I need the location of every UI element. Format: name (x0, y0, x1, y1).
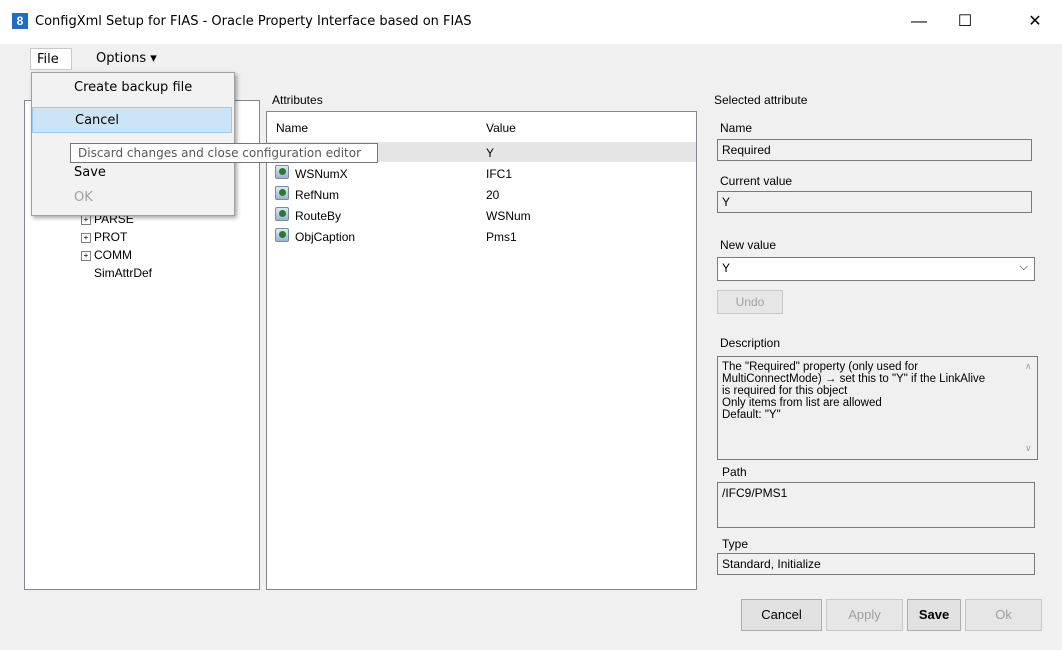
path-label: Path (722, 465, 747, 479)
app-icon: 8 (12, 13, 28, 29)
window-title: ConfigXml Setup for FIAS - Oracle Proper… (35, 14, 472, 29)
menu-item-cancel[interactable]: Cancel (32, 107, 232, 133)
tree-node-comm[interactable]: + COMM (81, 248, 132, 262)
maximize-button[interactable]: ☐ (942, 0, 988, 44)
attribute-name[interactable]: RefNum (295, 188, 339, 202)
scroll-down-icon[interactable]: ∨ (1025, 443, 1032, 454)
attribute-name[interactable]: ObjCaption (295, 230, 355, 244)
undo-button[interactable]: Undo (717, 290, 783, 314)
chevron-down-icon: ⌵ (1019, 261, 1028, 273)
menu-item-save[interactable]: Save (32, 160, 232, 186)
menu-item-ok[interactable]: OK (32, 185, 232, 211)
cancel-tooltip: Discard changes and close configuration … (70, 143, 378, 163)
description-label: Description (720, 336, 781, 350)
name-field: Required (717, 139, 1032, 161)
description-text: The "Required" property (only used for M… (717, 356, 1038, 460)
tree-node-prot[interactable]: + PROT (81, 230, 127, 244)
column-header-value[interactable]: Value (486, 121, 516, 135)
cancel-button[interactable]: Cancel (741, 599, 822, 631)
current-value-field: Y (717, 191, 1032, 213)
column-header-name[interactable]: Name (276, 121, 308, 135)
type-label: Type (722, 537, 749, 551)
attribute-value: 20 (486, 188, 500, 202)
name-label: Name (720, 121, 753, 135)
attribute-name[interactable]: RouteBy (295, 209, 341, 223)
apply-button[interactable]: Apply (826, 599, 903, 631)
ok-button[interactable]: Ok (965, 599, 1042, 631)
selected-attribute-group-label: Selected attribute (714, 93, 808, 107)
current-value-label: Current value (720, 174, 793, 188)
type-field: Standard, Initialize (717, 553, 1035, 575)
close-button[interactable]: ✕ (1012, 0, 1058, 44)
attribute-icon (275, 186, 289, 200)
path-field: /IFC9/PMS1 (717, 482, 1035, 528)
expand-icon[interactable]: + (81, 250, 91, 261)
menu-item-create-backup[interactable]: Create backup file (32, 75, 232, 101)
tree-node-simattrdef[interactable]: SimAttrDef (94, 266, 152, 280)
menu-file[interactable]: File ▾ (30, 48, 72, 89)
attribute-value: Pms1 (486, 230, 517, 244)
minimize-button[interactable]: — (896, 0, 942, 44)
new-value-label: New value (720, 238, 777, 252)
attributes-list[interactable] (266, 111, 697, 590)
attribute-icon (275, 228, 289, 242)
attribute-value: IFC1 (486, 167, 513, 181)
scroll-up-icon[interactable]: ∧ (1025, 361, 1032, 372)
menu-options[interactable]: Options ▾ (90, 48, 170, 70)
attribute-icon (275, 207, 289, 221)
save-button[interactable]: Save (907, 599, 961, 631)
attribute-value: WSNum (486, 209, 531, 223)
attribute-icon (275, 165, 289, 179)
attribute-value: Y (486, 146, 495, 160)
new-value-select[interactable]: Y ⌵ (717, 257, 1035, 281)
attribute-name[interactable]: WSNumX (295, 167, 348, 181)
expand-icon[interactable]: + (81, 232, 91, 243)
expand-icon[interactable]: + (81, 214, 91, 225)
attributes-group-label: Attributes (272, 93, 323, 107)
